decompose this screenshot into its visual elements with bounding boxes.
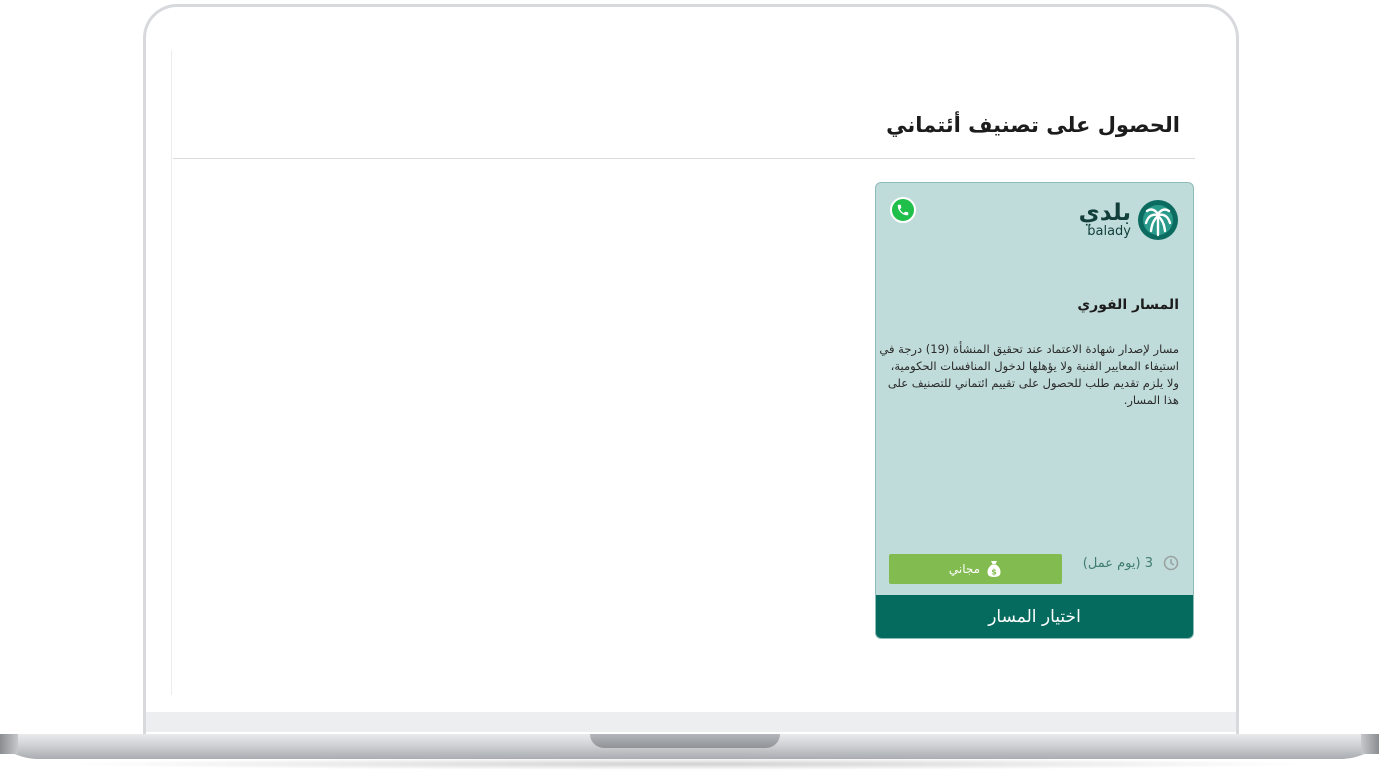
laptop-notch [590,734,780,748]
svg-text:$: $ [991,568,997,577]
logo-text-ar: بلدي [1078,200,1131,226]
free-price-button[interactable]: $ مجاني [889,554,1062,584]
page-title: الحصول على تصنيف أئتماني [886,113,1180,137]
balady-logo: بلدي balady [1079,194,1179,246]
logo-text-en: balady [1087,224,1131,239]
card-description: مسار لإصدار شهادة الاعتماد عند تحقيق الم… [879,342,1179,407]
select-path-button[interactable]: اختيار المسار [876,595,1193,638]
money-bag-icon: $ [987,561,1001,577]
card-title: المسار الفوري [1077,297,1179,313]
whatsapp-icon[interactable] [890,197,916,223]
duration: 3 (يوم عمل) [1083,555,1179,571]
screen-bottom-bezel [146,712,1236,732]
free-price-label: مجاني [948,562,981,576]
balady-palm-logo-icon [1138,200,1178,240]
title-divider [173,158,1195,159]
laptop-base-edge-right [1361,734,1379,754]
clock-icon [1163,555,1179,571]
laptop-shadow [60,758,1319,770]
laptop-base-edge-left [0,734,18,754]
duration-text: 3 (يوم عمل) [1082,555,1153,571]
path-card: بلدي balady المسار الفوري مسار لإصدار شه… [875,182,1194,639]
logo-text: بلدي balady [1079,201,1131,239]
